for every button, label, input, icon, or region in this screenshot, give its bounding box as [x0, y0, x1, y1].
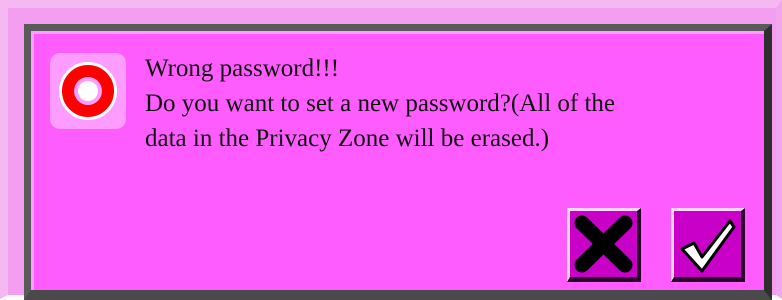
warning-icon-badge	[50, 53, 126, 129]
dialog-message: Wrong password!!! Do you want to set a n…	[145, 51, 745, 156]
window-frame: Wrong password!!! Do you want to set a n…	[0, 0, 782, 300]
message-line-3: data in the Privacy Zone will be erased.…	[145, 125, 550, 152]
message-line-1: Wrong password!!!	[145, 55, 340, 82]
password-dialog: Wrong password!!! Do you want to set a n…	[24, 24, 772, 300]
x-icon	[574, 215, 633, 273]
check-icon	[680, 219, 736, 273]
warning-ring-icon	[59, 62, 117, 120]
message-line-2: Do you want to set a new password?(All o…	[145, 90, 616, 117]
confirm-button[interactable]	[671, 208, 745, 282]
cancel-button[interactable]	[567, 208, 641, 282]
